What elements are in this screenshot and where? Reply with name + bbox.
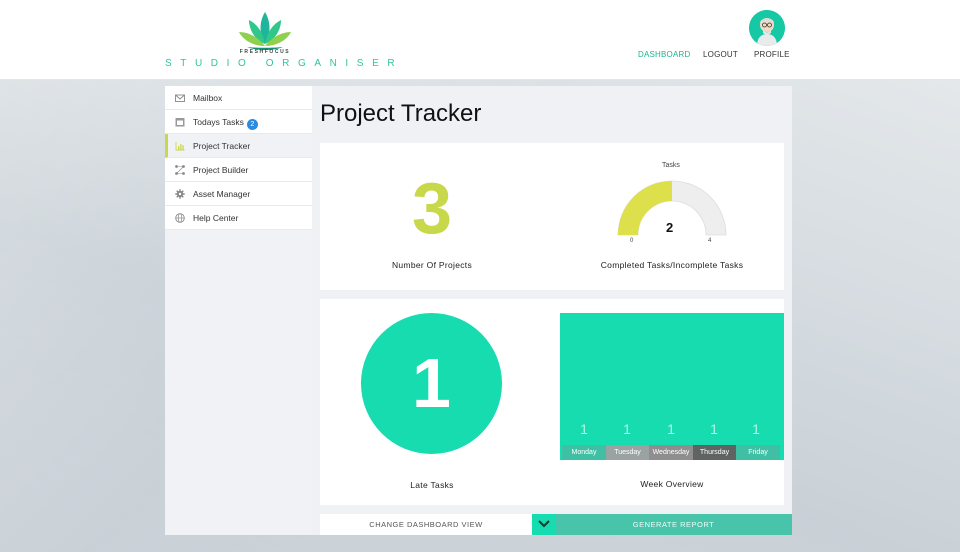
projects-label: Number Of Projects	[391, 260, 473, 270]
nav-logout[interactable]: LOGOUT	[703, 50, 738, 59]
gear-icon	[175, 189, 185, 199]
lotus-logo-icon	[239, 12, 291, 50]
sidebar-item-asset-manager[interactable]: Asset Manager	[165, 182, 312, 206]
summary-card: 3 Number Of Projects Tasks 2 0 4 Complet…	[320, 143, 784, 290]
sidebar-item-mailbox[interactable]: Mailbox	[165, 86, 312, 110]
generate-report-button[interactable]: GENERATE REPORT	[555, 514, 792, 535]
gauge-title: Tasks	[662, 162, 680, 169]
week-overview-chart: 1 1 1 1 1 Monday Tuesday Wednesday Thurs…	[560, 313, 784, 460]
brand-tagline: FRESHFOCUS	[239, 49, 291, 55]
sidebar-item-project-tracker[interactable]: Project Tracker	[165, 134, 312, 158]
sidebar-item-label: Mailbox	[193, 93, 223, 103]
gauge-value: 2	[666, 220, 674, 235]
late-tasks-circle: 1	[361, 313, 502, 454]
chart-icon	[175, 142, 185, 151]
nav-dashboard[interactable]: DASHBOARD	[638, 50, 690, 59]
avatar[interactable]	[749, 10, 785, 46]
week-day-friday: Friday	[736, 445, 780, 460]
sidebar-item-todays-tasks[interactable]: Todays Tasks 2	[165, 110, 312, 134]
page-title: Project Tracker	[320, 100, 482, 127]
gauge-max-label: 4	[708, 238, 712, 244]
profile-avatar-icon	[749, 10, 785, 46]
header: FRESHFOCUS STUDIO ORGANISER DASHBOARD LO…	[0, 0, 960, 80]
view-dropdown-toggle[interactable]	[532, 514, 555, 535]
week-value-monday: 1	[580, 421, 588, 437]
week-day-wednesday: Wednesday	[649, 445, 693, 460]
globe-icon	[175, 213, 185, 223]
sidebar-item-project-builder[interactable]: Project Builder	[165, 158, 312, 182]
week-value-wednesday: 1	[667, 421, 675, 437]
gauge-fill	[618, 181, 672, 235]
week-day-monday: Monday	[562, 445, 606, 460]
change-dashboard-view-button[interactable]: CHANGE DASHBOARD VIEW	[320, 514, 532, 535]
week-value-thursday: 1	[710, 421, 718, 437]
sidebar-item-label: Project Tracker	[193, 141, 251, 151]
week-day-thursday: Thursday	[693, 445, 736, 460]
late-tasks-label: Late Tasks	[410, 480, 454, 490]
gauge-label: Completed Tasks/Incomplete Tasks	[600, 260, 744, 270]
week-value-tuesday: 1	[623, 421, 631, 437]
builder-icon	[175, 165, 185, 175]
brand-name: STUDIO ORGANISER	[165, 58, 404, 69]
nav-profile[interactable]: PROFILE	[754, 50, 790, 59]
mail-icon	[175, 94, 185, 102]
sidebar-item-label: Help Center	[193, 213, 239, 223]
tasks-count-badge: 2	[246, 119, 258, 130]
sidebar: Mailbox Todays Tasks 2 Project Tracker Pr…	[165, 86, 312, 535]
week-overview-label: Week Overview	[640, 479, 704, 489]
chevron-down-icon	[537, 520, 550, 528]
sidebar-item-label: Asset Manager	[193, 189, 251, 199]
gauge-min-label: 0	[630, 238, 634, 244]
week-value-friday: 1	[752, 421, 760, 437]
projects-count: 3	[411, 169, 453, 249]
sidebar-item-label: Project Builder	[193, 165, 249, 175]
week-day-tuesday: Tuesday	[606, 445, 649, 460]
sidebar-item-help-center[interactable]: Help Center	[165, 206, 312, 230]
calendar-icon	[175, 118, 185, 127]
sidebar-item-label: Todays Tasks	[193, 117, 244, 127]
